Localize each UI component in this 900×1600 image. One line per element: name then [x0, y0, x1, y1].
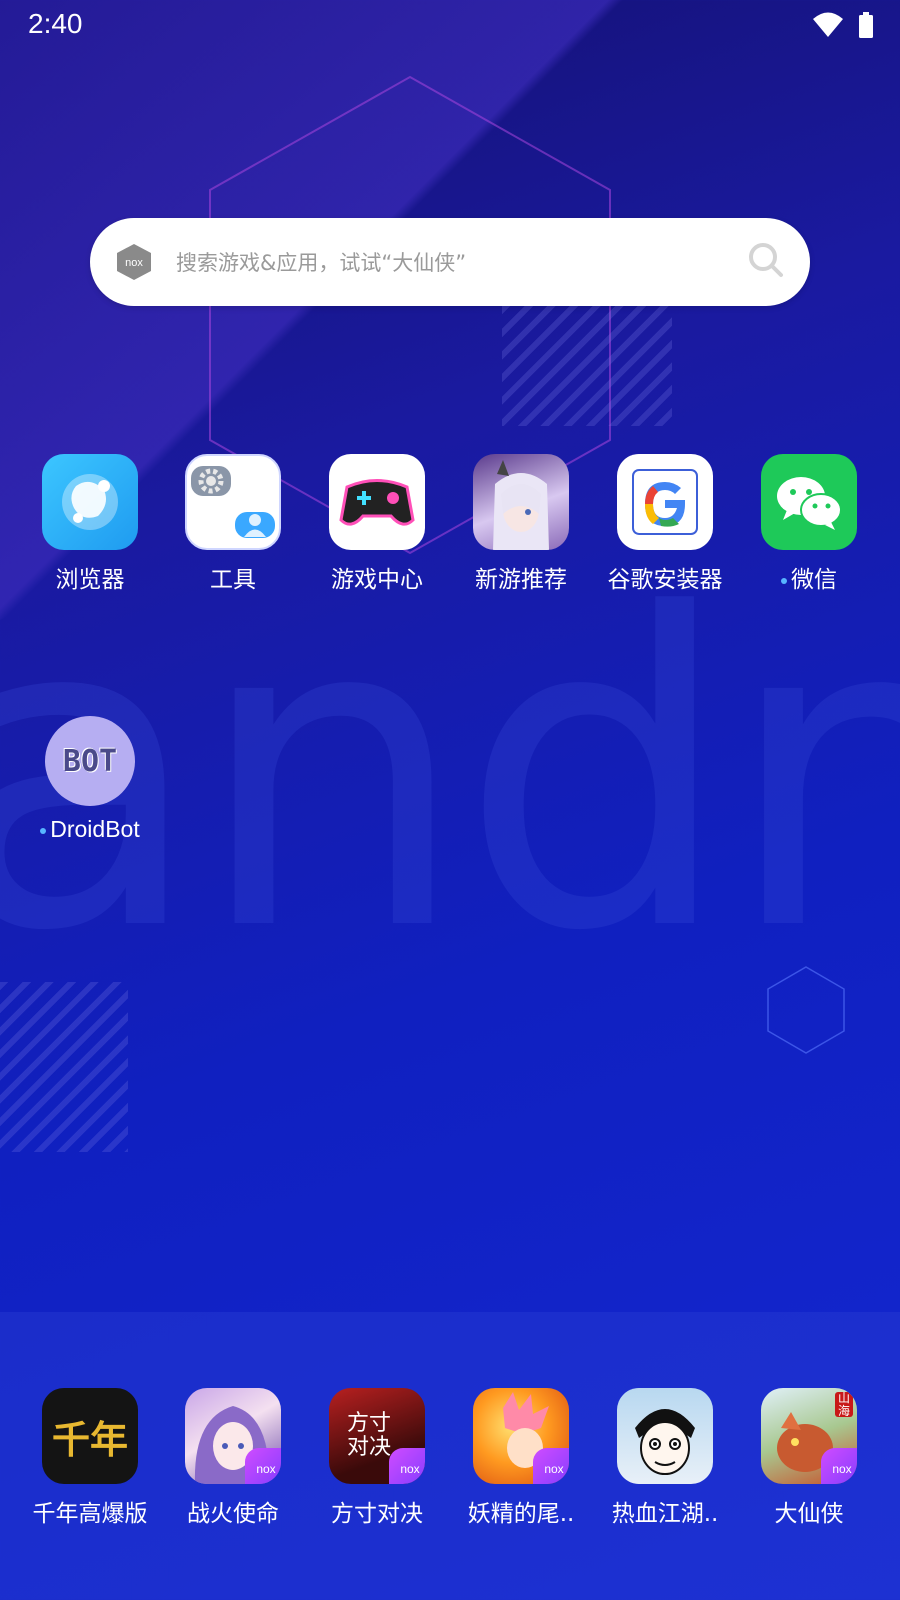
- app-label: 新游推荐: [475, 567, 567, 593]
- zhanhuo-icon: nox: [185, 1388, 281, 1484]
- qiannian-icon: 千年: [42, 1388, 138, 1484]
- battery-icon: [859, 12, 873, 38]
- app-qiannian[interactable]: 千年 千年高爆版: [15, 1388, 165, 1528]
- contacts-icon: [235, 512, 275, 538]
- new-indicator-dot: [40, 827, 47, 834]
- svg-text:nox: nox: [400, 1462, 419, 1476]
- svg-text:nox: nox: [125, 257, 143, 269]
- wallpaper-hatch: [0, 982, 128, 1152]
- status-bar: 2:40: [0, 0, 900, 50]
- new-games-icon: [473, 454, 569, 550]
- app-fairy-tail[interactable]: nox 妖精的尾..: [446, 1388, 596, 1528]
- nox-badge-icon: nox: [389, 1448, 425, 1484]
- app-fangcun[interactable]: 方寸对决 nox 方寸对决: [302, 1388, 452, 1528]
- app-zhanhuo[interactable]: nox 战火使命: [158, 1388, 308, 1528]
- app-game-center[interactable]: 游戏中心: [302, 454, 452, 594]
- svg-text:nox: nox: [832, 1462, 851, 1476]
- nox-badge-icon: nox: [533, 1448, 569, 1484]
- rexue-icon: [617, 1388, 713, 1484]
- fairy-tail-icon: nox: [473, 1388, 569, 1484]
- app-new-games[interactable]: 新游推荐: [446, 454, 596, 594]
- app-label: 千年高爆版: [32, 1501, 148, 1527]
- app-rexue[interactable]: 热血江湖..: [590, 1388, 740, 1528]
- status-time: 2:40: [28, 8, 83, 39]
- droidbot-icon: BOT: [45, 716, 135, 806]
- daxianxia-badge: 山海: [835, 1392, 853, 1418]
- app-droidbot[interactable]: BOT DroidBot: [15, 716, 165, 843]
- app-tools-folder[interactable]: 工具: [158, 454, 308, 594]
- daxianxia-icon: 山海 nox: [761, 1388, 857, 1484]
- app-label: DroidBot: [15, 816, 165, 843]
- nox-badge-icon: nox: [821, 1448, 857, 1484]
- app-browser[interactable]: 浏览器: [15, 454, 165, 594]
- wifi-icon: [813, 12, 843, 37]
- app-label: 方寸对决: [331, 1501, 423, 1527]
- app-label: 微信: [734, 560, 884, 594]
- search-input[interactable]: 搜索游戏&应用，试试“大仙侠”: [176, 247, 748, 277]
- tools-folder-icon: [185, 454, 281, 550]
- app-label: 大仙侠: [774, 1501, 844, 1527]
- app-daxianxia[interactable]: 山海 nox 大仙侠: [734, 1388, 884, 1528]
- app-label: 妖精的尾..: [467, 1501, 575, 1527]
- app-label: 谷歌安装器: [607, 567, 723, 593]
- new-indicator-dot: [781, 577, 787, 584]
- svg-text:nox: nox: [544, 1462, 563, 1476]
- wallpaper-small-hexagon: [767, 966, 845, 1054]
- app-label: 游戏中心: [331, 567, 423, 593]
- app-wechat[interactable]: 微信: [734, 454, 884, 594]
- google-installer-icon: [617, 454, 713, 550]
- settings-icon: [191, 466, 231, 496]
- wallpaper-hatch: [502, 306, 672, 426]
- svg-text:nox: nox: [256, 1462, 275, 1476]
- game-center-icon: [329, 454, 425, 550]
- wechat-icon: [761, 454, 857, 550]
- app-google-installer[interactable]: 谷歌安装器: [590, 454, 740, 594]
- browser-icon: [42, 454, 138, 550]
- nox-badge-icon: nox: [245, 1448, 281, 1484]
- status-icons: [812, 12, 874, 38]
- app-label: 工具: [210, 567, 256, 593]
- search-bar[interactable]: nox 搜索游戏&应用，试试“大仙侠”: [90, 218, 810, 306]
- nox-logo-icon: nox: [116, 244, 152, 280]
- search-icon[interactable]: [748, 242, 784, 282]
- app-label: 战火使命: [187, 1501, 279, 1527]
- app-label: 浏览器: [55, 567, 125, 593]
- fangcun-icon: 方寸对决 nox: [329, 1388, 425, 1484]
- app-label: 热血江湖..: [611, 1501, 719, 1527]
